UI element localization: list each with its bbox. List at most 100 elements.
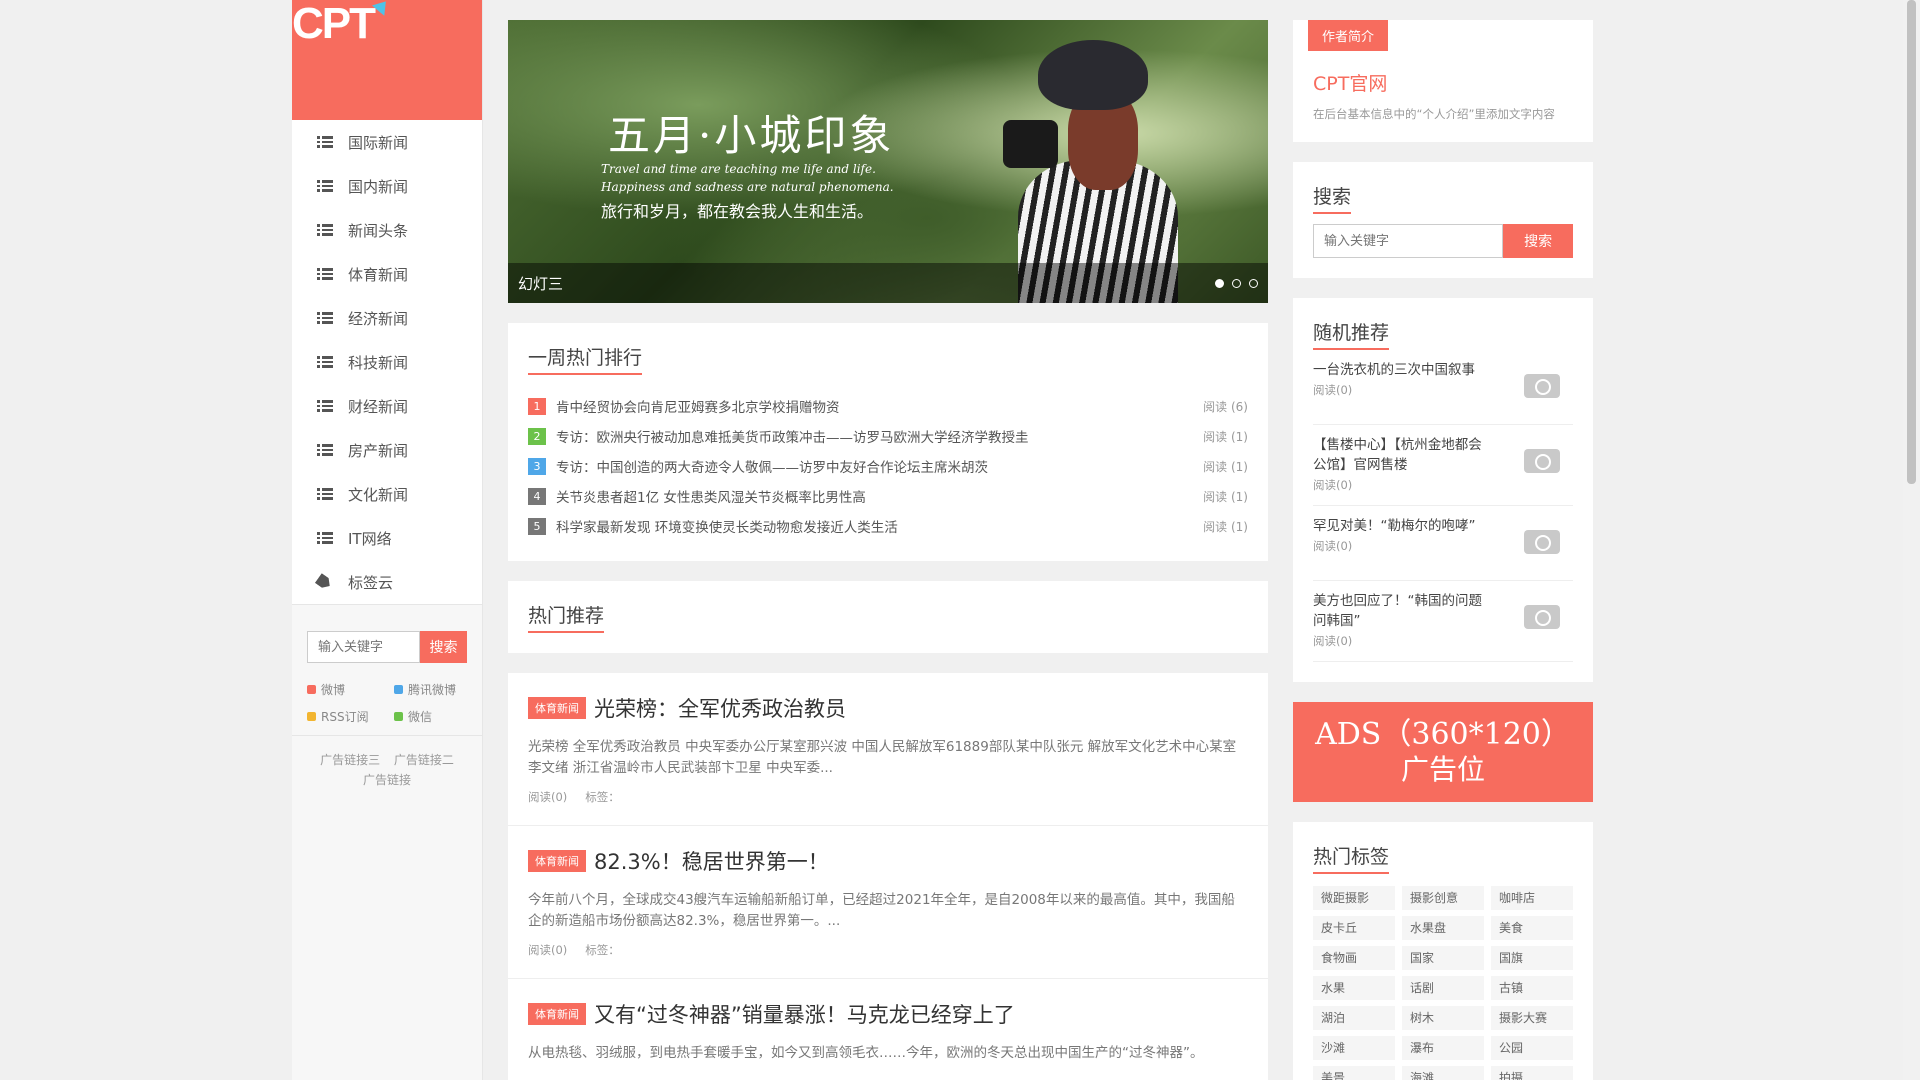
category-badge[interactable]: 体育新闻 — [528, 697, 586, 719]
tag-chip[interactable]: 摄影创意 — [1402, 886, 1484, 910]
tag-chip[interactable]: 国家 — [1402, 946, 1484, 970]
scrollbar-thumb[interactable] — [1907, 0, 1916, 484]
rank-title[interactable]: 关节炎患者超1亿 女性患类风湿关节炎概率比男性高 — [556, 486, 1203, 506]
nav-item[interactable]: 财经新闻 — [292, 384, 482, 428]
slider-dot[interactable] — [1249, 278, 1258, 288]
tag-chip[interactable]: 沙滩 — [1313, 1036, 1395, 1060]
article-read-count: 阅读(0) — [528, 943, 568, 957]
tag-chip[interactable]: 咖啡店 — [1491, 886, 1573, 910]
nav-label: 科技新闻 — [348, 353, 409, 372]
nav-item[interactable]: 科技新闻 — [292, 340, 482, 384]
tag-chip[interactable]: 摄影大赛 — [1491, 1006, 1573, 1030]
tag-chip[interactable]: 古镇 — [1491, 976, 1573, 1000]
slider-dot[interactable] — [1215, 278, 1224, 288]
tag-chip[interactable]: 水果盘 — [1402, 916, 1484, 940]
tag-chip[interactable]: 国旗 — [1491, 946, 1573, 970]
tag-chip[interactable]: 公园 — [1491, 1036, 1573, 1060]
article-title[interactable]: 82.3%！稳居世界第一！ — [594, 846, 829, 876]
nav-item[interactable]: 经济新闻 — [292, 296, 482, 340]
slider-title: 五月·小城印象 — [608, 111, 895, 160]
thumbnail[interactable] — [1511, 360, 1573, 412]
search-button[interactable]: 搜索 — [1503, 224, 1573, 258]
ad-banner[interactable]: ADS（360*120） 广告位 — [1293, 702, 1593, 802]
nav-label: 文化新闻 — [348, 485, 409, 504]
slider-dot[interactable] — [1232, 278, 1241, 288]
tag-chip[interactable]: 海滩 — [1402, 1066, 1484, 1080]
random-item-title[interactable]: 罕见对美！“勒梅尔的咆哮” — [1313, 516, 1488, 536]
random-item-title[interactable]: 【售楼中心】【杭州金地都会公馆】官网售楼 — [1313, 435, 1488, 475]
hot-tags-card: 热门标签 微距摄影 摄影创意 咖啡店 皮卡丘 水果盘 美食 食物画 国家 国旗 水果 话剧 古镇 湖泊树… — [1293, 822, 1593, 1080]
nav-item[interactable]: IT网络 — [292, 516, 482, 560]
hot-recommend-box: 热门推荐 — [508, 581, 1268, 653]
tag-chip[interactable]: 瀑布 — [1402, 1036, 1484, 1060]
social-link[interactable]: 腾讯微博 — [394, 681, 481, 698]
rank-number: 5 — [528, 517, 546, 535]
nav-item[interactable]: 房产新闻 — [292, 428, 482, 472]
thumbnail[interactable] — [1511, 435, 1573, 487]
tag-chip[interactable]: 美景 — [1313, 1066, 1395, 1080]
rank-row[interactable]: 1 肯中经贸协会向肯尼亚姆赛多北京学校捐赠物资 阅读 (6) — [528, 391, 1248, 421]
random-item[interactable]: 罕见对美！“勒梅尔的咆哮” 阅读(0) — [1313, 506, 1573, 581]
tag-chip[interactable]: 拍摄 — [1491, 1066, 1573, 1080]
social-link[interactable]: RSS订阅 — [307, 708, 394, 725]
search-input[interactable] — [1313, 224, 1504, 258]
rank-row[interactable]: 4 关节炎患者超1亿 女性患类风湿关节炎概率比男性高 阅读 (1) — [528, 481, 1248, 511]
random-item[interactable]: 美方也回应了！“韩国的问题问韩国” 阅读(0) — [1313, 581, 1573, 662]
rank-title[interactable]: 专访：中国创造的两大奇迹令人敬佩——访罗中友好合作论坛主席米胡茨 — [556, 456, 1203, 476]
tag-chip[interactable]: 水果 — [1313, 976, 1395, 1000]
nav-item[interactable]: 国际新闻 — [292, 120, 482, 164]
nav-item[interactable]: 文化新闻 — [292, 472, 482, 516]
article-tags: 标签： — [585, 790, 620, 804]
about-name[interactable]: CPT官网 — [1313, 69, 1573, 96]
rank-title[interactable]: 专访：欧洲央行被动加息难抵美货币政策冲击——访罗马欧洲大学经济学教授圭 — [556, 426, 1203, 446]
random-item[interactable]: 【售楼中心】【杭州金地都会公馆】官网售楼 阅读(0) — [1313, 425, 1573, 506]
article-meta: 阅读(0) 标签： — [528, 789, 1248, 805]
nav-label: 国内新闻 — [348, 177, 409, 196]
rank-row[interactable]: 2 专访：欧洲央行被动加息难抵美货币政策冲击——访罗马欧洲大学经济学教授圭 阅读 (… — [528, 421, 1248, 451]
tag-chip[interactable]: 美食 — [1491, 916, 1573, 940]
rank-title[interactable]: 科学家最新发现 环境变换使灵长类动物愈发接近人类生活 — [556, 516, 1203, 536]
article-excerpt: 从电热毯、羽绒服，到电热手套暖手宝，如今又到高领毛衣……今年，欧洲的冬天总出现中… — [528, 1045, 1204, 1061]
page-scrollbar[interactable] — [1903, 0, 1920, 1080]
tag-chip[interactable]: 树木 — [1402, 1006, 1484, 1030]
nav-item[interactable]: 国内新闻 — [292, 164, 482, 208]
nav-item[interactable]: 体育新闻 — [292, 252, 482, 296]
banner-slider[interactable]: 五月·小城印象 Travel and time are teaching me … — [508, 20, 1268, 303]
about-card: 作者简介 CPT官网 在后台基本信息中的“个人介绍”里添加文字内容 — [1293, 20, 1593, 142]
article-title[interactable]: 光荣榜：全军优秀政治教员 — [594, 693, 846, 723]
tag-chip[interactable]: 皮卡丘 — [1313, 916, 1395, 940]
tag-chip[interactable]: 微距摄影 — [1313, 886, 1395, 910]
slider-chinese-text: 旅行和岁月，都在教会我人生和生活。 — [601, 202, 874, 221]
rank-row[interactable]: 3 专访：中国创造的两大奇迹令人敬佩——访罗中友好合作论坛主席米胡茨 阅读 (1) — [528, 451, 1248, 481]
tag-chip[interactable]: 食物画 — [1313, 946, 1395, 970]
article-title[interactable]: 又有“过冬神器”销量暴涨！马克龙已经穿上了 — [594, 999, 1015, 1029]
tag-chip[interactable]: 话剧 — [1402, 976, 1484, 1000]
ad-link[interactable]: 广告链接二 — [394, 753, 454, 767]
nav-item[interactable]: 新闻头条 — [292, 208, 482, 252]
rank-title[interactable]: 肯中经贸协会向肯尼亚姆赛多北京学校捐赠物资 — [556, 396, 1203, 416]
nav-item[interactable]: 标签云 — [292, 560, 482, 604]
thumbnail[interactable] — [1511, 591, 1573, 643]
social-link[interactable]: 微博 — [307, 681, 394, 698]
random-item-title[interactable]: 美方也回应了！“韩国的问题问韩国” — [1313, 591, 1488, 631]
random-card: 随机推荐 一台洗衣机的三次中国叙事 阅读(0) 【售楼中心】【杭州金地都会公馆】官网… — [1293, 298, 1593, 682]
rank-read-count: 阅读 (1) — [1203, 459, 1248, 474]
social-dot-icon — [394, 685, 403, 694]
tag-chip[interactable]: 湖泊 — [1313, 1006, 1395, 1030]
sidebar-search: 搜索 — [292, 604, 482, 675]
logo[interactable]: CPT — [292, 0, 482, 120]
slider-caption[interactable]: 幻灯三 — [518, 273, 563, 294]
camera-icon — [1003, 120, 1058, 168]
random-item-title[interactable]: 一台洗衣机的三次中国叙事 — [1313, 360, 1488, 380]
category-badge[interactable]: 体育新闻 — [528, 850, 586, 872]
slider-pager — [1215, 278, 1258, 288]
sidebar-search-input[interactable] — [307, 631, 420, 663]
rank-row[interactable]: 5 科学家最新发现 环境变换使灵长类动物愈发接近人类生活 阅读 (1) — [528, 511, 1248, 541]
ad-link[interactable]: 广告链接三 — [320, 753, 380, 767]
thumbnail[interactable] — [1511, 516, 1573, 568]
sidebar-search-button[interactable]: 搜索 — [420, 631, 467, 663]
random-item[interactable]: 一台洗衣机的三次中国叙事 阅读(0) — [1313, 350, 1573, 425]
social-link[interactable]: 微信 — [394, 708, 481, 725]
category-badge[interactable]: 体育新闻 — [528, 1003, 586, 1025]
ad-link[interactable]: 广告链接 — [363, 773, 411, 787]
